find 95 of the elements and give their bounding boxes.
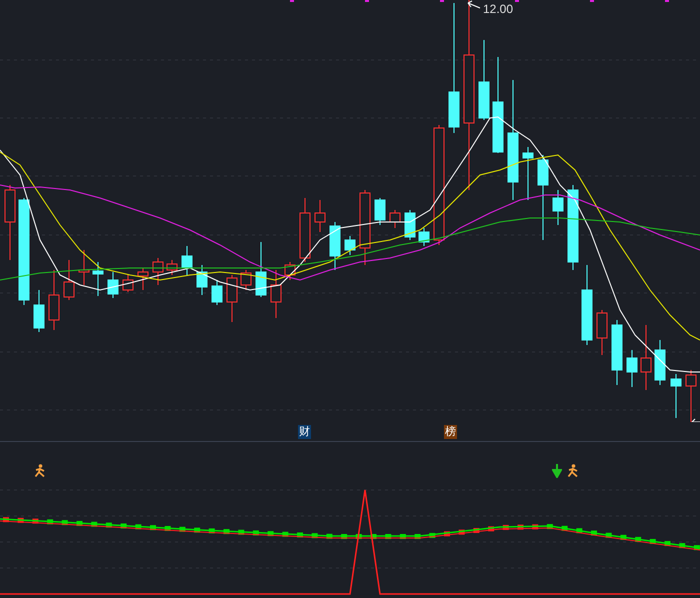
event-marker[interactable]: 榜 <box>444 424 457 438</box>
indicator-bar <box>91 522 98 527</box>
indicator-bar <box>135 524 142 530</box>
indicator-bar <box>224 529 230 534</box>
indicator-bar <box>518 524 524 530</box>
candlestick <box>522 146 534 200</box>
indicator-bar <box>62 520 68 526</box>
indicator-bar <box>282 532 288 537</box>
event-marker[interactable]: 财 <box>298 424 311 438</box>
down-arrow-icon <box>552 464 562 478</box>
indicator-bar <box>664 541 670 546</box>
candlestick <box>34 290 44 332</box>
top-tick-mark <box>440 0 444 2</box>
candlestick <box>122 274 134 292</box>
candlestick <box>108 272 118 298</box>
indicator-bar <box>576 528 582 534</box>
indicator-bar <box>47 519 54 524</box>
top-tick-mark <box>290 0 294 2</box>
candlestick <box>284 262 296 280</box>
indicator-bar <box>32 518 38 524</box>
candlestick <box>212 280 222 306</box>
indicator-bar <box>502 524 509 530</box>
candlestick <box>314 200 326 232</box>
candlestick <box>552 190 564 226</box>
indicator-bar <box>532 524 538 530</box>
indicator-bar <box>120 523 127 528</box>
candlestick <box>182 246 192 276</box>
candlestick <box>686 370 696 422</box>
top-tick-mark <box>590 0 594 2</box>
indicator-bar <box>18 518 24 523</box>
indicator-bar <box>591 530 597 536</box>
indicator-bar <box>3 517 9 522</box>
indicator-bar <box>106 522 112 528</box>
indicator-bar <box>473 528 480 533</box>
high-price-label: 12.00 <box>483 1 514 18</box>
indicator-bar <box>650 538 656 544</box>
candlestick <box>256 242 266 298</box>
indicator-bar <box>694 545 700 550</box>
indicator-bar <box>635 536 642 542</box>
candlestick <box>404 210 416 240</box>
low-price-arrow-icon <box>691 418 700 422</box>
indicator-bar <box>208 528 215 534</box>
candlestick <box>166 260 178 276</box>
candlestick <box>92 262 104 296</box>
indicator-bar <box>326 534 332 539</box>
indicator-bar <box>414 534 421 539</box>
candlestick <box>152 258 164 286</box>
candlestick <box>196 264 208 296</box>
indicator-bar <box>546 524 553 530</box>
indicator-bar <box>679 543 686 548</box>
candlestick <box>626 350 638 388</box>
indicator-bar <box>164 526 171 531</box>
candlestick <box>64 260 74 300</box>
indicator-bar <box>400 534 406 539</box>
candlestick <box>612 320 622 386</box>
candlestick <box>390 210 400 228</box>
candlestick <box>78 250 90 286</box>
indicator-bar <box>312 533 318 538</box>
candlestick <box>596 310 608 356</box>
indicator-bar <box>194 528 200 533</box>
candlestick <box>330 222 340 270</box>
candlestick <box>226 274 238 322</box>
top-tick-mark <box>665 0 669 2</box>
indicator-bar <box>458 530 465 535</box>
high-price-arrow-icon <box>468 0 480 8</box>
indicator-bar <box>562 526 568 531</box>
candlestick <box>640 324 652 390</box>
top-tick-mark <box>365 0 369 2</box>
indicator-bar <box>297 532 303 538</box>
indicator-bar <box>76 520 82 526</box>
candlestick <box>344 236 356 256</box>
indicator-bar <box>341 534 348 539</box>
indicator-bar <box>606 532 612 538</box>
indicator-bar <box>150 525 156 530</box>
indicator-bar <box>252 530 259 536</box>
candlestick <box>418 228 430 246</box>
candlestick <box>240 270 252 290</box>
running-person-icon <box>34 464 46 478</box>
indicator-bar <box>620 534 626 540</box>
indicator-bar <box>238 530 244 535</box>
candlestick <box>654 340 666 386</box>
indicator-bar <box>385 534 392 539</box>
indicator-bar <box>268 531 274 536</box>
indicator-bar <box>429 532 436 538</box>
indicator-bar <box>444 531 450 536</box>
candlestick <box>374 198 386 226</box>
top-tick-mark <box>515 0 519 2</box>
candlestick <box>48 270 60 330</box>
indicator-bar <box>488 526 494 532</box>
candlestick <box>138 268 148 290</box>
indicator-bar <box>179 526 186 532</box>
candlestick <box>670 374 682 418</box>
candlestick <box>300 198 310 262</box>
running-person-icon <box>567 464 579 478</box>
candlestick <box>270 270 282 318</box>
